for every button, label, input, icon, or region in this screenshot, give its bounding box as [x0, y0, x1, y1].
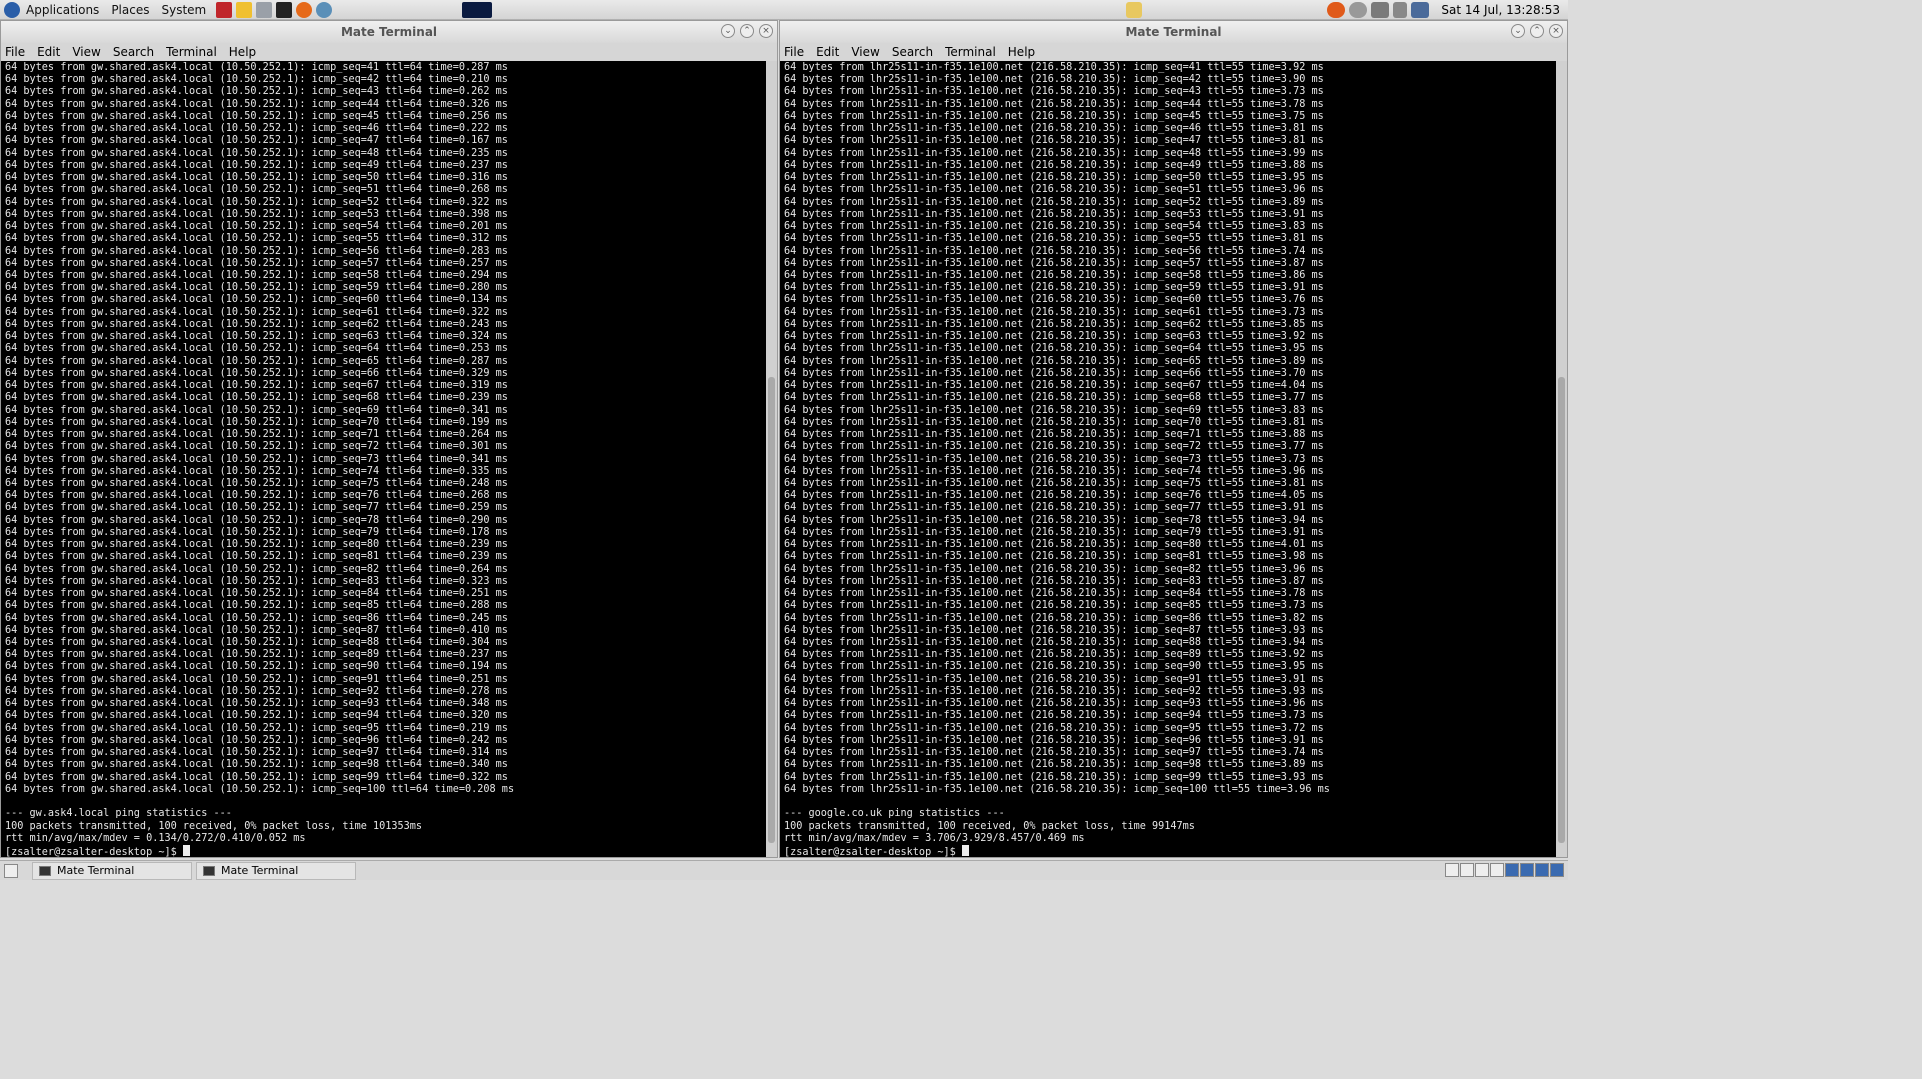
menubar: File Edit View Search Terminal Help [780, 43, 1567, 61]
workspace-switcher-5[interactable] [1505, 863, 1519, 877]
menu-system[interactable]: System [155, 0, 212, 20]
fedora-logo-icon[interactable] [4, 1, 20, 18]
minimize-icon[interactable]: ⌄ [721, 24, 735, 38]
workspace-switcher-2[interactable] [1460, 863, 1474, 877]
menu-file[interactable]: File [5, 45, 25, 59]
terminal-icon [203, 865, 215, 876]
menu-view[interactable]: View [851, 45, 879, 59]
close-icon[interactable]: × [759, 24, 773, 38]
app-launcher-icon[interactable] [216, 1, 233, 18]
workspace-switcher-1[interactable] [1445, 863, 1459, 877]
close-icon[interactable]: × [1549, 24, 1563, 38]
window-titlebar[interactable]: Mate Terminal ⌄ ⌃ × [780, 21, 1567, 43]
menu-terminal[interactable]: Terminal [945, 45, 996, 59]
network-status-icon[interactable] [1411, 2, 1430, 18]
workspace-switcher-3[interactable] [1475, 863, 1489, 877]
terminal-window-left[interactable]: Mate Terminal ⌄ ⌃ × File Edit View Searc… [0, 20, 778, 858]
top-panel: Applications Places System Sat 14 Jul, 1… [0, 0, 1568, 20]
scrollbar[interactable] [766, 61, 777, 857]
terminal-cursor [961, 845, 969, 856]
terminal-text: 64 bytes from gw.shared.ask4.local (10.5… [5, 62, 515, 857]
terminal-icon [39, 865, 51, 876]
taskbar-item[interactable]: Mate Terminal [32, 861, 192, 880]
workspace-switcher-7[interactable] [1535, 863, 1549, 877]
scrollbar[interactable] [1556, 61, 1567, 857]
taskbar-item-label: Mate Terminal [57, 864, 135, 877]
file-manager-icon[interactable] [256, 1, 273, 18]
maximize-icon[interactable]: ⌃ [1530, 24, 1544, 38]
terminal-text: 64 bytes from lhr25s11-in-f35.1e100.net … [784, 62, 1330, 857]
taskbar-item-label: Mate Terminal [221, 864, 299, 877]
menu-edit[interactable]: Edit [37, 45, 60, 59]
mail-icon[interactable] [1371, 2, 1390, 18]
menu-search[interactable]: Search [113, 45, 154, 59]
terminal-output[interactable]: 64 bytes from lhr25s11-in-f35.1e100.net … [780, 61, 1556, 857]
maximize-icon[interactable]: ⌃ [740, 24, 754, 38]
bottom-panel: Mate Terminal Mate Terminal [0, 860, 1568, 880]
text-editor-icon[interactable] [236, 1, 253, 18]
menu-file[interactable]: File [784, 45, 804, 59]
system-monitor-icon[interactable] [462, 1, 493, 18]
workspace-switcher-6[interactable] [1520, 863, 1534, 877]
menu-search[interactable]: Search [892, 45, 933, 59]
menu-terminal[interactable]: Terminal [166, 45, 217, 59]
firefox-icon[interactable] [296, 1, 313, 18]
menu-applications[interactable]: Applications [20, 0, 105, 20]
terminal-output[interactable]: 64 bytes from gw.shared.ask4.local (10.5… [1, 61, 766, 857]
window-title: Mate Terminal [1125, 25, 1222, 39]
menu-edit[interactable]: Edit [816, 45, 839, 59]
menu-help[interactable]: Help [1008, 45, 1035, 59]
menu-view[interactable]: View [72, 45, 100, 59]
workspace-switcher-8[interactable] [1550, 863, 1564, 877]
window-titlebar[interactable]: Mate Terminal ⌄ ⌃ × [1, 21, 777, 43]
menu-places[interactable]: Places [105, 0, 155, 20]
show-desktop-icon[interactable] [4, 863, 18, 878]
scrollbar-thumb[interactable] [768, 377, 775, 843]
ubuntu-one-icon[interactable] [1327, 2, 1346, 18]
terminal-launcher-icon[interactable] [276, 1, 293, 18]
volume-icon[interactable] [1393, 2, 1408, 18]
window-title: Mate Terminal [340, 25, 438, 39]
terminal-window-right[interactable]: Mate Terminal ⌄ ⌃ × File Edit View Searc… [779, 20, 1568, 858]
minimize-icon[interactable]: ⌄ [1511, 24, 1525, 38]
clock[interactable]: Sat 14 Jul, 13:28:53 [1441, 3, 1560, 17]
terminal-cursor [182, 845, 190, 856]
taskbar-item[interactable]: Mate Terminal [196, 861, 356, 880]
settings-gear-icon[interactable] [1349, 2, 1368, 18]
network-icon[interactable] [316, 1, 333, 18]
menubar: File Edit View Search Terminal Help [1, 43, 777, 61]
menu-help[interactable]: Help [229, 45, 256, 59]
notification-icon[interactable] [1126, 1, 1142, 18]
workspace-switcher-4[interactable] [1490, 863, 1504, 877]
scrollbar-thumb[interactable] [1558, 377, 1565, 843]
